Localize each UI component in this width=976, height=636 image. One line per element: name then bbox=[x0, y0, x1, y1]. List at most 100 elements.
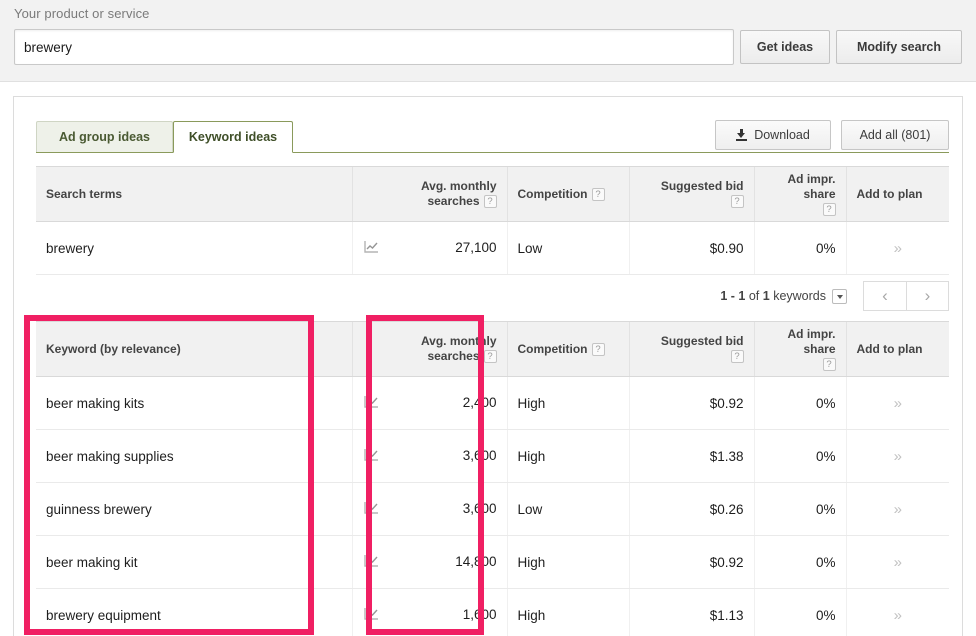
column-header-ad-impr-share-label: Ad impr. share bbox=[787, 326, 836, 356]
cell-competition: High bbox=[506, 588, 629, 636]
cell-add-to-plan[interactable]: » bbox=[845, 429, 949, 483]
cell-competition: High bbox=[506, 376, 629, 430]
help-icon[interactable]: ? bbox=[591, 343, 605, 357]
cell-suggested-bid: $1.13 bbox=[628, 588, 754, 636]
column-header-avg-monthly-searches[interactable]: Avg. monthly searches? bbox=[351, 166, 507, 222]
table-row: beer making kit 14,800 High $0.92 0% » bbox=[36, 535, 949, 589]
keyword-ideas-table: Keyword (by relevance) Avg. monthly sear… bbox=[36, 321, 949, 636]
cell-ad-impr-share: 0% bbox=[753, 535, 846, 589]
help-icon[interactable]: ? bbox=[483, 350, 497, 364]
cell-ad-impr-share: 0% bbox=[753, 588, 846, 636]
column-header-suggested-bid-label: Suggested bid bbox=[660, 179, 744, 193]
cell-competition: Low bbox=[506, 221, 629, 275]
help-icon[interactable]: ? bbox=[822, 357, 836, 371]
pagination-range: 1 - 1 bbox=[720, 289, 746, 303]
table-row: brewery 27,100 Low $0.90 0% » bbox=[36, 221, 949, 275]
table-row: guinness brewery 3,600 Low $0.26 0% » bbox=[36, 482, 949, 536]
column-header-avg-monthly-searches[interactable]: Avg. monthly searches? bbox=[351, 321, 507, 377]
help-icon[interactable]: ? bbox=[730, 195, 744, 209]
cell-search-term[interactable]: brewery bbox=[36, 221, 352, 275]
cell-keyword[interactable]: beer making supplies bbox=[36, 429, 352, 483]
modify-search-button[interactable]: Modify search bbox=[836, 30, 962, 64]
search-input[interactable] bbox=[14, 29, 734, 65]
line-chart-icon[interactable] bbox=[363, 395, 379, 412]
column-header-suggested-bid[interactable]: Suggested bid ? bbox=[628, 321, 754, 377]
add-to-plan-icon[interactable]: » bbox=[894, 501, 902, 518]
pagination: 1 - 1 of 1 keywords ‹ › bbox=[36, 274, 949, 318]
add-to-plan-icon[interactable]: » bbox=[894, 395, 902, 412]
line-chart-icon[interactable] bbox=[363, 448, 379, 465]
cell-avg-monthly-searches-value: 3,600 bbox=[462, 500, 497, 516]
product-or-service-label: Your product or service bbox=[14, 6, 150, 21]
column-header-line2: searches bbox=[427, 349, 480, 363]
pagination-next-button[interactable]: › bbox=[906, 281, 949, 311]
cell-competition: High bbox=[506, 535, 629, 589]
pagination-of: of bbox=[748, 289, 760, 303]
cell-add-to-plan[interactable]: » bbox=[845, 588, 949, 636]
cell-keyword[interactable]: brewery equipment bbox=[36, 588, 352, 636]
line-chart-icon[interactable] bbox=[363, 501, 379, 518]
cell-avg-monthly-searches-value: 14,800 bbox=[455, 553, 497, 569]
cell-suggested-bid: $0.92 bbox=[628, 376, 754, 430]
page-root: Your product or service Get ideas Modify… bbox=[0, 0, 976, 636]
cell-avg-monthly-searches: 3,600 bbox=[351, 429, 507, 483]
cell-add-to-plan[interactable]: » bbox=[845, 482, 949, 536]
cell-ad-impr-share: 0% bbox=[753, 482, 846, 536]
download-icon bbox=[736, 129, 748, 141]
cell-avg-monthly-searches: 1,600 bbox=[351, 588, 507, 636]
help-icon[interactable]: ? bbox=[483, 195, 497, 209]
cell-add-to-plan[interactable]: » bbox=[845, 376, 949, 430]
pagination-label: 1 - 1 of 1 keywords bbox=[720, 289, 826, 303]
tab-ad-group-ideas[interactable]: Ad group ideas bbox=[36, 121, 173, 153]
column-header-line1: Avg. monthly bbox=[420, 179, 497, 193]
line-chart-icon[interactable] bbox=[363, 554, 379, 571]
pagination-dropdown-icon[interactable] bbox=[832, 288, 847, 304]
help-icon[interactable]: ? bbox=[730, 350, 744, 364]
column-header-competition-label: Competition bbox=[517, 341, 588, 356]
search-terms-table: Search terms Avg. monthly searches? Comp… bbox=[36, 166, 949, 275]
pagination-prev-button[interactable]: ‹ bbox=[863, 281, 906, 311]
download-button[interactable]: Download bbox=[715, 120, 831, 150]
pagination-total: 1 bbox=[762, 289, 770, 303]
cell-keyword[interactable]: beer making kits bbox=[36, 376, 352, 430]
cell-add-to-plan[interactable]: » bbox=[845, 221, 949, 275]
cell-suggested-bid: $1.38 bbox=[628, 429, 754, 483]
line-chart-icon[interactable] bbox=[363, 607, 379, 624]
cell-avg-monthly-searches: 2,400 bbox=[351, 376, 507, 430]
help-icon[interactable]: ? bbox=[822, 202, 836, 216]
column-header-ad-impr-share[interactable]: Ad impr. share ? bbox=[753, 166, 846, 222]
cell-keyword[interactable]: beer making kit bbox=[36, 535, 352, 589]
add-all-button[interactable]: Add all (801) bbox=[841, 120, 949, 150]
column-header-line2: searches bbox=[427, 194, 480, 208]
tab-keyword-ideas[interactable]: Keyword ideas bbox=[173, 121, 293, 153]
column-header-competition[interactable]: Competition? bbox=[506, 321, 629, 377]
column-header-suggested-bid-label: Suggested bid bbox=[660, 334, 744, 348]
column-header-competition[interactable]: Competition? bbox=[506, 166, 629, 222]
column-header-ad-impr-share[interactable]: Ad impr. share ? bbox=[753, 321, 846, 377]
get-ideas-button[interactable]: Get ideas bbox=[740, 30, 830, 64]
cell-keyword[interactable]: guinness brewery bbox=[36, 482, 352, 536]
help-icon[interactable]: ? bbox=[591, 188, 605, 202]
table-row: beer making supplies 3,600 High $1.38 0% » bbox=[36, 429, 949, 483]
add-to-plan-icon[interactable]: » bbox=[894, 240, 902, 257]
column-header-suggested-bid[interactable]: Suggested bid ? bbox=[628, 166, 754, 222]
cell-suggested-bid: $0.92 bbox=[628, 535, 754, 589]
column-header-search-terms[interactable]: Search terms bbox=[36, 166, 352, 222]
add-to-plan-icon[interactable]: » bbox=[894, 554, 902, 571]
line-chart-icon[interactable] bbox=[363, 240, 379, 257]
cell-add-to-plan[interactable]: » bbox=[845, 535, 949, 589]
pagination-unit: keywords bbox=[773, 289, 826, 303]
table-row: brewery equipment 1,600 High $1.13 0% » bbox=[36, 588, 949, 636]
column-header-competition-label: Competition bbox=[517, 186, 588, 201]
cell-competition: High bbox=[506, 429, 629, 483]
table-row: beer making kits 2,400 High $0.92 0% » bbox=[36, 376, 949, 430]
table-header-row: Keyword (by relevance) Avg. monthly sear… bbox=[36, 321, 949, 377]
column-header-ad-impr-share-label: Ad impr. share bbox=[787, 171, 836, 201]
add-to-plan-icon[interactable]: » bbox=[894, 448, 902, 465]
search-header: Your product or service Get ideas Modify… bbox=[0, 0, 976, 82]
table-header-row: Search terms Avg. monthly searches? Comp… bbox=[36, 166, 949, 222]
add-to-plan-icon[interactable]: » bbox=[894, 607, 902, 624]
cell-avg-monthly-searches-value: 27,100 bbox=[455, 239, 497, 255]
cell-avg-monthly-searches-value: 3,600 bbox=[462, 447, 497, 463]
column-header-keyword[interactable]: Keyword (by relevance) bbox=[36, 321, 352, 377]
